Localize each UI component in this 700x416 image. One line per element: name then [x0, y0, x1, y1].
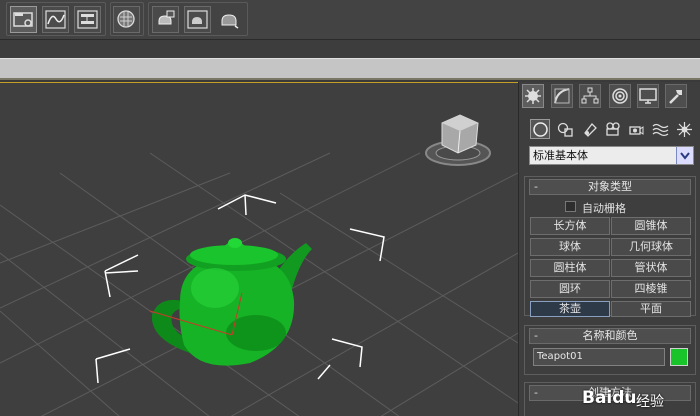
hierarchy-icon[interactable] [579, 84, 601, 108]
display-icon[interactable] [637, 84, 659, 108]
modify-icon[interactable] [551, 84, 573, 108]
collapse-icon: - [534, 180, 538, 193]
sphere-button[interactable]: 球体 [530, 238, 610, 256]
helpers-icon[interactable] [626, 119, 646, 139]
cone-button[interactable]: 圆锥体 [611, 217, 691, 235]
checkbox-box [565, 201, 576, 212]
main-toolbar [0, 0, 700, 40]
autogrid-checkbox[interactable]: 自动栅格 [565, 200, 675, 215]
teapot-button[interactable]: 茶壶 [530, 301, 610, 317]
pyramid-button[interactable]: 四棱锥 [611, 280, 691, 298]
torus-button[interactable]: 圆环 [530, 280, 610, 298]
spacewarps-icon[interactable] [650, 119, 670, 139]
view-cube[interactable] [425, 114, 491, 166]
command-panel: 标准基本体 - 对象类型 自动栅格 长方体 圆锥体 球体 几何球体 圆柱体 管状… [518, 82, 700, 416]
utilities-icon[interactable] [665, 84, 687, 108]
schematic-view-icon[interactable] [74, 6, 101, 33]
watermark-suffix: 经验 [636, 394, 664, 410]
geosphere-button[interactable]: 几何球体 [611, 238, 691, 256]
scene-explorer-icon[interactable] [10, 6, 37, 33]
viewport-scene [0, 114, 518, 416]
ribbon-bar [0, 58, 700, 80]
create-icon[interactable] [522, 84, 544, 108]
cameras-icon[interactable] [603, 119, 623, 139]
box-button[interactable]: 长方体 [530, 217, 610, 235]
lights-icon[interactable] [580, 119, 600, 139]
max-application-window: 标准基本体 - 对象类型 自动栅格 长方体 圆锥体 球体 几何球体 圆柱体 管状… [0, 0, 700, 416]
tube-button[interactable]: 管状体 [611, 259, 691, 277]
collapse-icon: - [534, 386, 538, 399]
watermark-brand: Baidu [582, 388, 637, 408]
chevron-down-icon[interactable] [676, 147, 693, 164]
geometry-icon[interactable] [530, 119, 550, 139]
name-color-rollout: - 名称和颜色 Teapot01 [524, 325, 696, 375]
name-color-title: 名称和颜色 [582, 329, 638, 342]
motion-icon[interactable] [609, 84, 631, 108]
autogrid-label: 自动栅格 [582, 202, 626, 215]
plane-button[interactable]: 平面 [611, 301, 691, 317]
object-type-title: 对象类型 [588, 180, 632, 193]
teapot-object[interactable] [151, 238, 312, 366]
object-type-rollout: - 对象类型 自动栅格 长方体 圆锥体 球体 几何球体 圆柱体 管状体 圆环 四… [524, 176, 696, 317]
object-name-field[interactable]: Teapot01 [533, 348, 665, 366]
render-setup-icon[interactable] [152, 6, 179, 33]
category-value: 标准基本体 [533, 149, 588, 162]
toolbar-strip [0, 40, 700, 58]
material-editor-icon[interactable] [113, 6, 140, 33]
toolbar-group-render [148, 2, 248, 36]
perspective-viewport[interactable] [0, 82, 518, 416]
object-type-rollout-header[interactable]: - 对象类型 [529, 179, 691, 195]
rendered-frame-icon[interactable] [184, 6, 211, 33]
object-color-swatch[interactable] [670, 348, 688, 366]
systems-icon[interactable] [674, 119, 694, 139]
toolbar-group-material [110, 2, 144, 36]
object-category-dropdown[interactable]: 标准基本体 [529, 146, 694, 165]
curve-editor-icon[interactable] [42, 6, 69, 33]
shapes-icon[interactable] [555, 119, 575, 139]
baidu-jingyan-watermark: Baidu 经验 [582, 388, 692, 412]
quick-render-icon[interactable] [216, 6, 243, 33]
collapse-icon: - [534, 329, 538, 342]
cylinder-button[interactable]: 圆柱体 [530, 259, 610, 277]
name-color-rollout-header[interactable]: - 名称和颜色 [529, 328, 691, 344]
toolbar-group-editors [6, 2, 106, 36]
